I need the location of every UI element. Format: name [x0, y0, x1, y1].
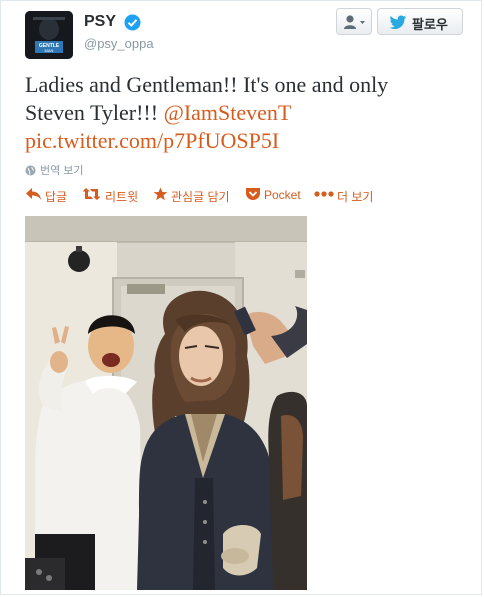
pocket-icon: [246, 188, 260, 200]
tweet-line-2-text: Steven Tyler!!!: [25, 100, 164, 125]
translate-label: 번역 보기: [40, 165, 84, 177]
profile-avatar[interactable]: GENTLE MAN: [25, 11, 73, 59]
retweet-icon: [82, 188, 101, 200]
pic-link[interactable]: pic.twitter.com/p7PfUOSP5I: [25, 127, 465, 155]
tweet-photo[interactable]: [25, 216, 307, 590]
mention-link[interactable]: @IamStevenT: [164, 100, 292, 125]
globe-icon: [25, 165, 36, 176]
retweet-label: 리트윗: [105, 190, 139, 204]
bird-icon: [390, 15, 407, 29]
user-dropdown-icon: [344, 15, 365, 29]
profile-name[interactable]: PSY: [84, 13, 116, 31]
photo-image: [25, 216, 307, 590]
pocket-label: Pocket: [264, 188, 301, 202]
user-actions-button[interactable]: [336, 8, 372, 35]
avatar-image: GENTLE MAN: [25, 11, 73, 59]
more-label: 더 보기: [337, 190, 374, 204]
tweet-text: Ladies and Gentleman!! It's one and only…: [25, 71, 465, 155]
tweet-line-2: Steven Tyler!!! @IamStevenT: [25, 99, 465, 127]
translate-link[interactable]: 번역 보기: [25, 162, 84, 178]
reply-icon: [26, 188, 41, 200]
tweet-line-1: Ladies and Gentleman!! It's one and only: [25, 72, 389, 97]
star-icon: [153, 187, 168, 201]
more-dots-icon: [314, 191, 334, 197]
favorite-label: 관심글 담기: [171, 190, 230, 204]
verified-badge-icon: [124, 14, 141, 31]
profile-handle[interactable]: @psy_oppa: [84, 36, 154, 51]
follow-button-label: 팔로우: [412, 17, 448, 32]
follow-button[interactable]: 팔로우: [377, 8, 463, 35]
avatar-text-bottom: MAN: [45, 48, 54, 53]
reply-label: 답글: [45, 190, 68, 204]
